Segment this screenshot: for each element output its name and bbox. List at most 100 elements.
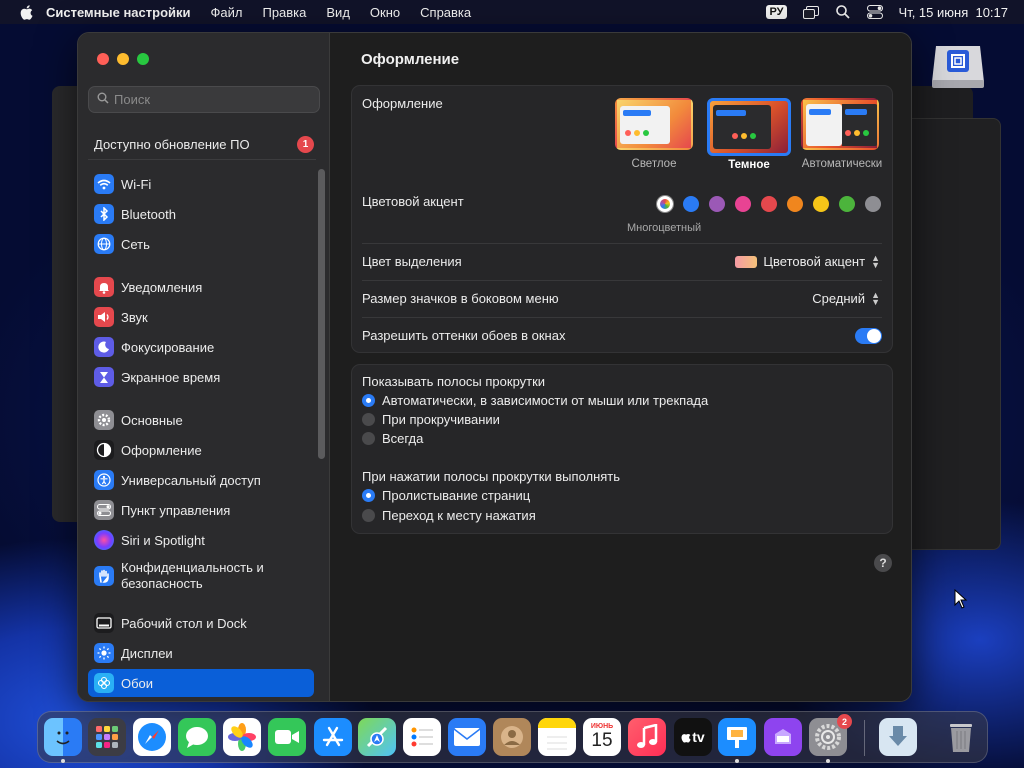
radio-label: При прокручивании	[382, 412, 500, 427]
sidebar-scrollbar[interactable]	[318, 169, 325, 459]
radio-button[interactable]	[362, 432, 375, 445]
apple-menu-icon[interactable]	[20, 4, 34, 20]
safari-icon[interactable]	[133, 718, 171, 756]
disk-drive-icon[interactable]	[930, 36, 986, 92]
zoom-button[interactable]	[137, 53, 149, 65]
maps-icon[interactable]	[358, 718, 396, 756]
wallpaper-icon	[94, 673, 114, 693]
sidebar-item-focus[interactable]: Фокусирование	[88, 333, 314, 361]
radio-button[interactable]	[362, 489, 375, 502]
accent-color-label: Цветовой акцент	[362, 194, 464, 209]
sidebar-item-notifications[interactable]: Уведомления	[88, 273, 314, 301]
app-store-icon[interactable]	[314, 718, 352, 756]
auto-theme-thumbnail[interactable]	[801, 98, 879, 150]
accent-orange-swatch[interactable]	[787, 196, 803, 212]
accent-blue-swatch[interactable]	[683, 196, 699, 212]
background-window[interactable]	[905, 118, 1001, 550]
sidebar-item-screen-time[interactable]: Экранное время	[88, 363, 314, 391]
photos-icon[interactable]	[223, 718, 261, 756]
sidebar-item-label: Сеть	[121, 236, 150, 252]
sidebar-item-label: Пункт управления	[121, 502, 231, 518]
sidebar-item-control-center[interactable]: Пункт управления	[88, 496, 314, 524]
sidebar-item-wifi[interactable]: Wi-Fi	[88, 170, 314, 198]
sidebar-item-displays[interactable]: Дисплеи	[88, 639, 314, 667]
sidebar-item-sound[interactable]: Звук	[88, 303, 314, 331]
click-option-jump[interactable]: Переход к месту нажатия	[362, 508, 536, 523]
screen-mirroring-icon[interactable]	[802, 5, 819, 19]
notes-icon[interactable]	[538, 718, 576, 756]
mail-icon[interactable]	[448, 718, 486, 756]
accent-multicolor-swatch[interactable]	[657, 196, 673, 212]
scrollbar-option-scrolling[interactable]: При прокручивании	[362, 412, 500, 427]
launchpad-icon[interactable]	[88, 718, 126, 756]
mouse-cursor-icon	[954, 588, 968, 609]
accent-graphite-swatch[interactable]	[865, 196, 881, 212]
menu-view[interactable]: Вид	[326, 5, 350, 20]
light-theme-thumbnail[interactable]	[615, 98, 693, 150]
reminders-icon[interactable]	[403, 718, 441, 756]
theme-option-auto[interactable]: Автоматически	[801, 98, 883, 170]
menu-edit[interactable]: Правка	[262, 5, 306, 20]
menu-clock[interactable]: Чт, 15 июня 10:17	[899, 5, 1008, 20]
wallpaper-tint-toggle[interactable]	[855, 328, 882, 344]
menu-help[interactable]: Справка	[420, 5, 471, 20]
downloads-icon[interactable]	[879, 718, 917, 756]
podcasts-icon[interactable]	[764, 718, 802, 756]
sidebar-item-general[interactable]: Основные	[88, 406, 314, 434]
accent-red-swatch[interactable]	[761, 196, 777, 212]
highlight-color-popup[interactable]: Цветовой акцент ▲ ▼	[735, 253, 880, 269]
finder-icon[interactable]	[44, 718, 82, 756]
accent-caption: Многоцветный	[627, 222, 702, 234]
update-count-badge: 1	[297, 135, 314, 153]
sun-icon	[94, 643, 114, 663]
accent-color-picker	[657, 196, 881, 212]
control-center-icon[interactable]	[866, 5, 883, 19]
sidebar-item-siri-spotlight[interactable]: Siri и Spotlight	[88, 526, 314, 554]
sidebar-item-label: Обои	[121, 675, 154, 691]
keynote-icon[interactable]	[718, 718, 756, 756]
tv-icon[interactable]: tv	[674, 718, 712, 756]
sidebar-item-network[interactable]: Сеть	[88, 230, 314, 258]
help-button[interactable]: ?	[874, 554, 892, 572]
theme-option-dark[interactable]: Темное	[707, 98, 791, 171]
sidebar-item-accessibility[interactable]: Универсальный доступ	[88, 466, 314, 494]
accent-pink-swatch[interactable]	[735, 196, 751, 212]
dark-theme-thumbnail[interactable]	[707, 98, 791, 156]
theme-label-dark: Темное	[728, 159, 770, 171]
contacts-icon[interactable]	[493, 718, 531, 756]
sidebar-item-label: Bluetooth	[121, 206, 176, 222]
search-field[interactable]	[88, 86, 320, 113]
icon-size-popup[interactable]: Средний ▲ ▼	[812, 290, 880, 306]
close-button[interactable]	[97, 53, 109, 65]
click-option-page[interactable]: Пролистывание страниц	[362, 488, 530, 503]
sidebar-item-label: Звук	[121, 309, 148, 325]
sidebar-item-wallpaper[interactable]: Обои	[88, 669, 314, 697]
music-icon[interactable]	[628, 718, 666, 756]
menu-file[interactable]: Файл	[211, 5, 243, 20]
theme-option-light[interactable]: Светлое	[615, 98, 693, 170]
menu-window[interactable]: Окно	[370, 5, 400, 20]
sidebar-item-desktop-dock[interactable]: Рабочий стол и Dock	[88, 609, 314, 637]
running-indicator	[826, 759, 830, 763]
radio-button[interactable]	[362, 509, 375, 522]
menu-app-name[interactable]: Системные настройки	[46, 5, 191, 20]
accent-purple-swatch[interactable]	[709, 196, 725, 212]
calendar-icon[interactable]: ИЮНЬ 15	[583, 718, 621, 756]
input-source-badge[interactable]: РУ	[766, 5, 787, 19]
scrollbar-option-auto[interactable]: Автоматически, в зависимости от мыши или…	[362, 393, 708, 408]
facetime-icon[interactable]	[268, 718, 306, 756]
accent-green-swatch[interactable]	[839, 196, 855, 212]
search-input[interactable]	[114, 92, 314, 107]
sidebar-item-appearance[interactable]: Оформление	[88, 436, 314, 464]
accent-yellow-swatch[interactable]	[813, 196, 829, 212]
spotlight-search-icon[interactable]	[835, 5, 851, 19]
radio-button[interactable]	[362, 394, 375, 407]
messages-icon[interactable]	[178, 718, 216, 756]
software-update-item[interactable]: Доступно обновление ПО 1	[94, 134, 314, 154]
sidebar-item-bluetooth[interactable]: Bluetooth	[88, 200, 314, 228]
sidebar-item-privacy[interactable]: Конфиденциальность и безопасность	[88, 556, 314, 596]
radio-button[interactable]	[362, 413, 375, 426]
minimize-button[interactable]	[117, 53, 129, 65]
scrollbar-option-always[interactable]: Всегда	[362, 431, 423, 446]
trash-icon[interactable]	[942, 718, 980, 756]
